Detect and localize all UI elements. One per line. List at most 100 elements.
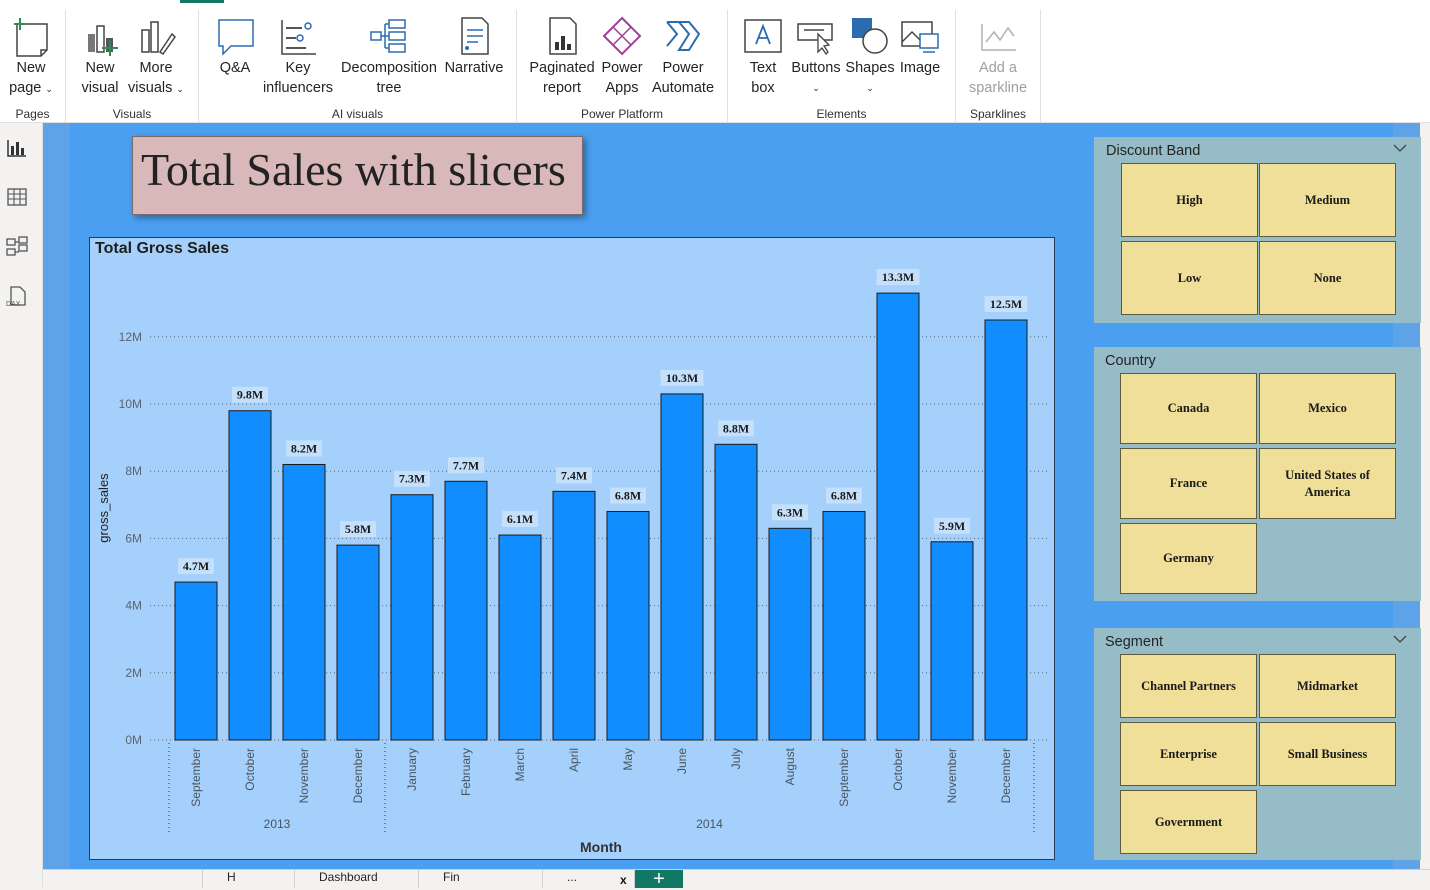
chevron-down-icon[interactable] <box>1393 143 1407 153</box>
more-visuals-label-2: visuals ⌄ <box>128 80 184 96</box>
new-page-label-2: page ⌄ <box>9 80 53 96</box>
slicer-segment: Segment Channel Partners Midmarket Enter… <box>1094 628 1421 860</box>
page-tab-1[interactable]: H <box>203 870 295 888</box>
y-axis-title: gross_sales <box>96 473 111 543</box>
model-view-icon[interactable] <box>5 235 29 259</box>
image-button[interactable]: Image <box>896 14 944 78</box>
chevron-down-icon: ⌄ <box>176 84 184 94</box>
data-label: 12.5M <box>990 297 1022 311</box>
shapes-icon <box>852 18 888 54</box>
page-tab-label: ... <box>567 870 578 884</box>
narrative-label: Narrative <box>444 60 504 76</box>
ribbon-group-elements: Text box Buttons ⌄ Shapes ⌄ Image Elemen… <box>728 10 956 122</box>
bar <box>768 527 812 741</box>
paginated-report-button[interactable]: Paginated report <box>527 14 597 98</box>
slicer-item-midmarket[interactable]: Midmarket <box>1259 654 1396 718</box>
page-tab-2[interactable]: Dashboard <box>295 870 419 888</box>
x-tick-label: December <box>999 748 1013 803</box>
narrative-button[interactable]: Narrative <box>441 14 507 78</box>
qna-label: Q&A <box>219 60 251 76</box>
dax-query-view-icon[interactable]: DAX <box>5 285 29 309</box>
report-title-box[interactable]: Total Sales with slicers <box>132 136 583 215</box>
text-box-button[interactable]: Text box <box>740 14 786 98</box>
bar <box>444 480 488 741</box>
power-automate-button[interactable]: Power Automate <box>647 14 719 98</box>
chevron-down-icon[interactable] <box>1393 634 1407 644</box>
bar <box>660 393 704 741</box>
slicer-item-small-business[interactable]: Small Business <box>1259 722 1396 786</box>
slicer-title-segment: Segment <box>1105 634 1164 650</box>
bar <box>174 581 218 741</box>
slicer-item-france[interactable]: France <box>1120 448 1257 519</box>
x-tick-label: October <box>891 748 905 791</box>
data-label: 6.8M <box>831 489 857 503</box>
page-tab-3[interactable]: Fin <box>419 870 543 888</box>
slicer-item-medium[interactable]: Medium <box>1259 163 1396 237</box>
new-visual-icon <box>88 25 118 56</box>
y-tick-label: 2M <box>125 666 142 680</box>
ribbon-group-pages: New page ⌄ Pages <box>0 10 66 122</box>
x-tick-label: February <box>459 748 473 796</box>
gross-sales-chart[interactable]: 0M 2M 4M 6M 8M 10M 12M gross_sales 4.7M September… <box>89 237 1055 860</box>
ribbon-group-power-platform: Paginated report Power Apps Power Automa… <box>517 10 728 122</box>
slicer-item-channel-partners[interactable]: Channel Partners <box>1120 654 1257 718</box>
slicer-item-united-states[interactable]: United States of America <box>1259 448 1396 519</box>
slicer-item-enterprise[interactable]: Enterprise <box>1120 722 1257 786</box>
slicer-item-none[interactable]: None <box>1259 241 1396 315</box>
slicer-item-high[interactable]: High <box>1121 163 1258 237</box>
power-apps-icon <box>602 16 642 56</box>
power-apps-button[interactable]: Power Apps <box>597 14 647 98</box>
text-box-label-2: box <box>751 80 775 96</box>
slicer-item-canada[interactable]: Canada <box>1120 373 1257 444</box>
bar <box>876 292 920 741</box>
data-label: 8.8M <box>723 421 749 435</box>
shapes-button[interactable]: Shapes ⌄ <box>844 14 896 98</box>
x-tick-label: March <box>513 748 527 781</box>
data-label: 6.1M <box>507 512 533 526</box>
more-visuals-button[interactable]: More visuals ⌄ <box>126 14 186 99</box>
image-label: Image <box>899 60 941 76</box>
bar <box>984 319 1028 741</box>
key-influencers-icon <box>281 20 316 55</box>
close-icon[interactable]: x <box>620 873 627 887</box>
paginated-report-icon <box>549 17 577 55</box>
report-view-icon[interactable] <box>5 136 29 160</box>
more-visuals-icon <box>141 21 176 56</box>
add-page-button[interactable]: + <box>635 869 683 889</box>
bar <box>714 443 758 741</box>
data-label: 5.9M <box>939 519 965 533</box>
bar <box>498 534 542 741</box>
slicer-item-mexico[interactable]: Mexico <box>1259 373 1396 444</box>
key-influencers-button[interactable]: Key influencers <box>259 14 337 98</box>
slicer-item-government[interactable]: Government <box>1120 790 1257 854</box>
x-tick-label: June <box>675 748 689 774</box>
new-page-button[interactable]: New page ⌄ <box>3 14 59 99</box>
slicer-country: Country Canada Mexico France United Stat… <box>1094 347 1421 601</box>
decomposition-tree-button[interactable]: Decomposition tree <box>337 14 441 98</box>
data-label: 4.7M <box>183 559 209 573</box>
data-label: 6.8M <box>615 489 641 503</box>
ribbon-group-visuals: New visual More visuals ⌄ Visuals <box>66 10 199 122</box>
qna-button[interactable]: Q&A <box>211 14 259 78</box>
power-automate-icon <box>666 21 701 51</box>
data-label: 8.2M <box>291 441 317 455</box>
new-visual-label-2: visual <box>81 80 119 96</box>
sparkline-icon <box>981 24 1016 51</box>
bar <box>552 490 596 741</box>
bar <box>282 463 326 741</box>
slicer-item-low[interactable]: Low <box>1121 241 1258 315</box>
decomposition-tree-icon <box>370 19 406 53</box>
page-nav-controls[interactable] <box>43 870 203 888</box>
add-sparkline-button[interactable]: Add a sparkline <box>964 14 1032 98</box>
x-tick-label: November <box>945 748 959 803</box>
x-tick-label: October <box>243 748 257 791</box>
chart-title: Total Gross Sales <box>95 240 229 257</box>
bar <box>228 410 272 741</box>
buttons-button[interactable]: Buttons ⌄ <box>788 14 844 98</box>
slicer-item-germany[interactable]: Germany <box>1120 523 1257 594</box>
x-tick-label: April <box>567 748 581 772</box>
new-visual-button[interactable]: New visual <box>74 14 126 98</box>
x-group-label: 2014 <box>696 817 723 831</box>
report-page: Total Sales with slicers 0M 2M 4M 6M 8M 10M 12… <box>70 123 1421 869</box>
table-view-icon[interactable] <box>5 185 29 209</box>
